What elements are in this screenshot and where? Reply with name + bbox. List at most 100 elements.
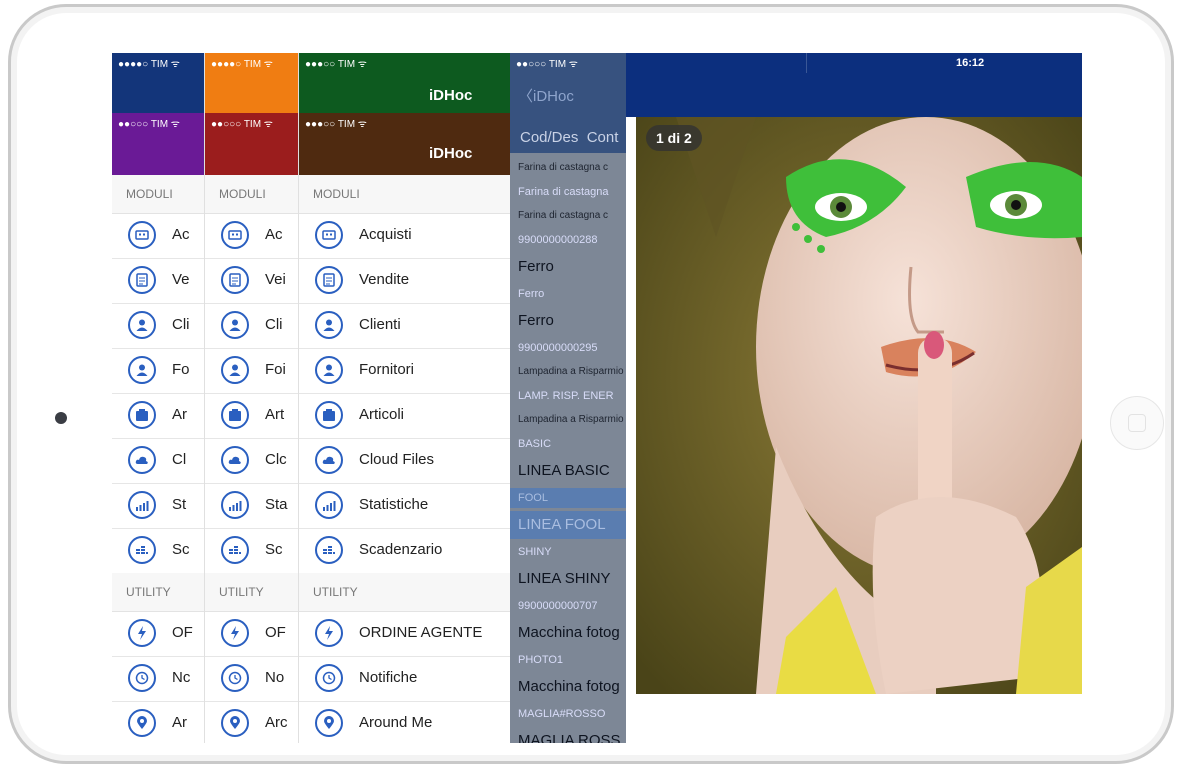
menu-item[interactable]: Acquisti — [299, 213, 511, 259]
menu-item[interactable]: Cl — [112, 438, 204, 484]
list-item[interactable]: MAGLIA ROSS — [510, 727, 626, 743]
list-item[interactable]: Macchina fotog — [510, 619, 626, 647]
menu-item-label: Ac — [172, 226, 190, 243]
product-photo[interactable]: 1 di 2 — [636, 117, 1082, 694]
photo-illustration — [636, 117, 1082, 694]
menu-item[interactable]: Ar — [112, 393, 204, 439]
menu-item-label: Ar — [172, 714, 187, 731]
section-header: MODULI — [299, 175, 511, 214]
menu-item[interactable]: Ar — [112, 701, 204, 743]
menu-item[interactable]: Statistiche — [299, 483, 511, 529]
menu-item-label: Scadenzario — [359, 541, 443, 558]
sales-icon — [315, 266, 343, 294]
menu-item[interactable]: Foi — [205, 348, 299, 394]
menu-item[interactable]: Sc — [205, 528, 299, 574]
list-item[interactable]: Lampadina a Risparmio — [510, 361, 626, 383]
menu-item[interactable]: Scadenzario — [299, 528, 511, 574]
menu-item-label: Sc — [172, 541, 190, 558]
menu-item-label: Clienti — [359, 316, 401, 333]
customers-icon — [128, 311, 156, 339]
list-item[interactable]: Ferro — [510, 307, 626, 335]
list-item[interactable]: 9900000000707 — [510, 596, 626, 616]
home-button-square-icon — [1128, 414, 1146, 432]
menu-item[interactable]: Cli — [112, 303, 204, 349]
home-button[interactable] — [1110, 396, 1164, 450]
list-item[interactable]: LINEA SHINY — [510, 565, 626, 593]
image-viewer: 1 di 2 — [626, 73, 1082, 743]
menu-item[interactable]: Sta — [205, 483, 299, 529]
menu-item[interactable]: Fo — [112, 348, 204, 394]
list-item[interactable]: Macchina fotog — [510, 673, 626, 701]
menu-item[interactable]: Clienti — [299, 303, 511, 349]
menu-item[interactable]: OF — [112, 611, 204, 657]
menu-panel-1: ●●●●○ TIM ᯤ ●●○○○ TIM ᯤ MODULI Ac Ve Cli Fo A… — [112, 53, 204, 743]
list-item[interactable]: Ferro — [510, 253, 626, 281]
customers-icon — [221, 311, 249, 339]
section-header: MODULI — [205, 175, 299, 214]
menu-item-label: Articoli — [359, 406, 405, 423]
menu-item[interactable]: Ac — [205, 213, 299, 259]
list-item[interactable]: Farina di castagna c — [510, 157, 626, 179]
list-item[interactable]: 9900000000288 — [510, 230, 626, 250]
list-item[interactable]: Lampadina a Risparmio — [510, 409, 626, 431]
menu-item[interactable]: Clc — [205, 438, 299, 484]
menu-item[interactable]: Around Me — [299, 701, 511, 743]
menu-item[interactable]: Notifiche — [299, 656, 511, 702]
app-title: iDHoc — [429, 145, 473, 162]
menu-item[interactable]: OF — [205, 611, 299, 657]
menu-item[interactable]: Articoli — [299, 393, 511, 439]
menu-item[interactable]: No — [205, 656, 299, 702]
status-bar: ●●●●○ TIM ᯤ — [211, 59, 273, 70]
list-item[interactable]: 9900000000295 — [510, 338, 626, 358]
menu-item-label: Ve — [172, 271, 190, 288]
menu-item[interactable]: Fornitori — [299, 348, 511, 394]
menu-item[interactable]: Ac — [112, 213, 204, 259]
list-item[interactable]: Ferro — [510, 284, 626, 304]
item-list-panel: ●●○○○ TIM ᯤ 〈iDHoc Cod/Des Cont Farina d… — [510, 53, 626, 743]
menu-item-label: Cl — [172, 451, 187, 468]
list-item[interactable]: PHOTO1 — [510, 650, 626, 670]
purchases-icon — [221, 221, 249, 249]
items-icon — [221, 401, 249, 429]
menu-item[interactable]: Vendite — [299, 258, 511, 304]
menu-item[interactable]: ORDINE AGENTE — [299, 611, 511, 657]
menu-panel-3: ●●●○○ TIM ᯤ ●●●○○ TIM ᯤ iDHoc iDHoc MODU… — [298, 53, 511, 743]
menu-item[interactable]: St — [112, 483, 204, 529]
menu-item[interactable]: Art — [205, 393, 299, 439]
list-item[interactable]: Farina di castagna c — [510, 205, 626, 227]
back-label: iDHoc — [533, 88, 574, 105]
menu-item[interactable]: Nc — [112, 656, 204, 702]
list-item[interactable]: LINEA BASIC — [510, 457, 626, 485]
list-item[interactable]: BASIC — [510, 434, 626, 454]
menu-item-label: Foi — [265, 361, 286, 378]
menu-item-label: No — [265, 669, 285, 686]
suppliers-icon — [128, 356, 156, 384]
statistics-icon — [221, 491, 249, 519]
list-tabs[interactable]: Cod/Des Cont — [520, 129, 618, 146]
list-item[interactable]: LINEA FOOL — [510, 511, 626, 539]
list-item[interactable]: SHINY — [510, 542, 626, 562]
lightning-icon — [128, 619, 156, 647]
menu-item[interactable]: Ve — [112, 258, 204, 304]
menu-item[interactable]: Sc — [112, 528, 204, 574]
menu-item-label: Cli — [172, 316, 190, 333]
menu-item-label: Around Me — [359, 714, 433, 731]
menu-item-label: Fo — [172, 361, 190, 378]
menu-item-label: Nc — [172, 669, 191, 686]
menu-item[interactable]: Cloud Files — [299, 438, 511, 484]
status-bar: ●●●●○ TIM ᯤ — [118, 59, 180, 70]
back-button[interactable]: 〈iDHoc — [518, 85, 574, 106]
list-item[interactable]: MAGLIA#ROSSO — [510, 704, 626, 724]
menu-item-label: Fornitori — [359, 361, 415, 378]
menu-item[interactable]: Vei — [205, 258, 299, 304]
purchases-icon — [128, 221, 156, 249]
list-item[interactable]: LAMP. RISP. ENER — [510, 386, 626, 406]
status-bar: ●●○○○ TIM ᯤ — [211, 119, 273, 130]
menu-item-label: Vendite — [359, 271, 410, 288]
menu-item[interactable]: Arc — [205, 701, 299, 743]
list-item[interactable]: FOOL — [510, 488, 626, 508]
section-header: UTILITY — [205, 573, 299, 612]
list-item[interactable]: Farina di castagna — [510, 182, 626, 202]
menu-item-label: Ar — [172, 406, 187, 423]
menu-item[interactable]: Cli — [205, 303, 299, 349]
